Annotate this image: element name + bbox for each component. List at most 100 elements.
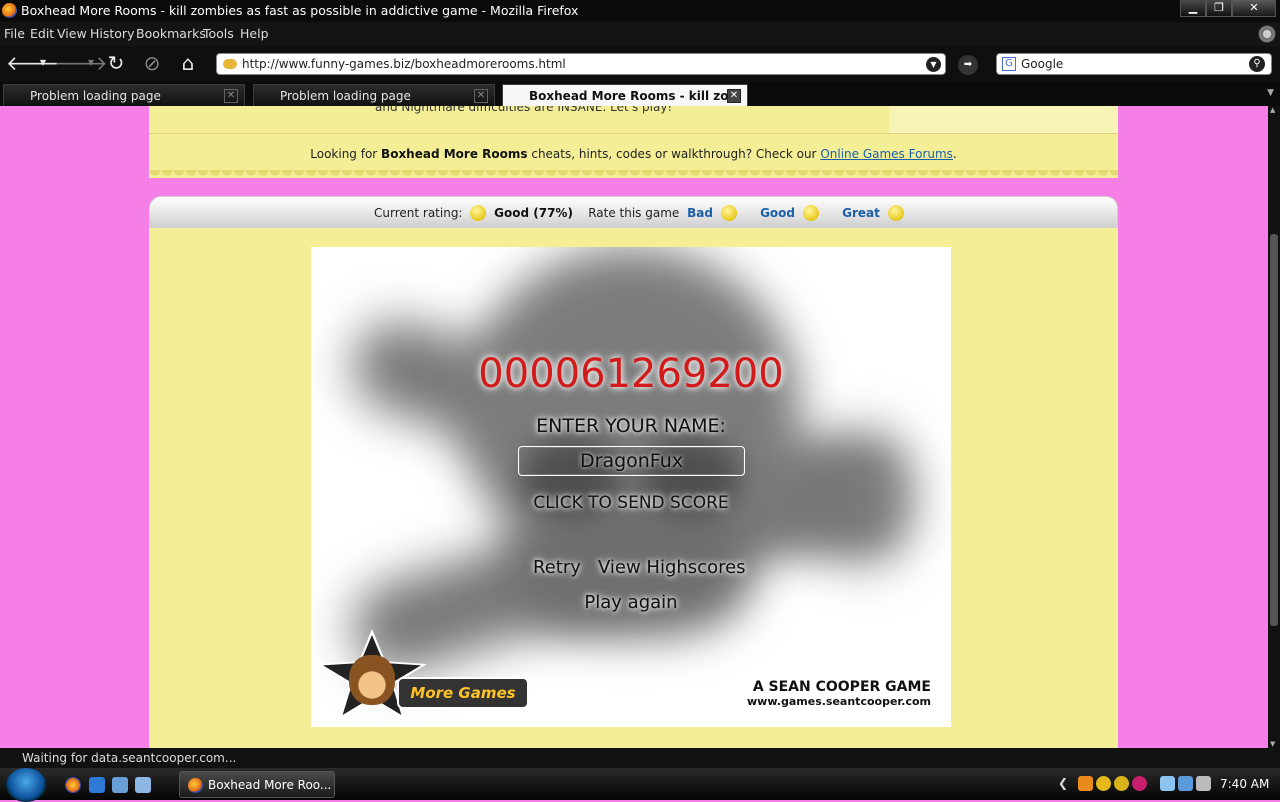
windows-taskbar: Boxhead More Roo... ❮ 7:40 AM (0, 768, 1280, 802)
thumbs-down-smiley-icon[interactable] (720, 205, 737, 221)
forum-mid: cheats, hints, codes or walkthrough? Che… (527, 147, 821, 161)
final-score: 000061269200 (478, 351, 784, 397)
tab-close-icon[interactable]: ✕ (224, 89, 238, 103)
menu-file[interactable]: File (4, 26, 25, 41)
tab-problem-loading-2[interactable]: Problem loading page ✕ (253, 84, 495, 106)
current-rating-label: Current rating: (374, 206, 463, 220)
menu-history[interactable]: History (90, 26, 134, 41)
tray-app-icon[interactable] (1078, 776, 1093, 791)
forum-notice: Looking for Boxhead More Rooms cheats, h… (149, 134, 1118, 180)
reload-button[interactable]: ↻ (103, 51, 129, 77)
url-dropdown-icon[interactable]: ▼ (926, 57, 941, 72)
volume-icon[interactable] (1196, 776, 1211, 791)
tab-boxhead-more-rooms[interactable]: Boxhead More Rooms - kill zo... ✕ (502, 84, 748, 106)
safely-remove-hardware-icon[interactable] (1160, 776, 1175, 791)
rate-this-game-label: Rate this game (588, 206, 680, 220)
gear-icon[interactable] (1258, 25, 1276, 43)
menu-bookmarks[interactable]: Bookmarks (136, 26, 206, 41)
tab-label: Problem loading page (30, 89, 161, 103)
rate-great-link[interactable]: Great (842, 206, 880, 220)
menu-bar: File Edit View History Bookmarks Tools H… (0, 22, 1280, 46)
retry-button[interactable]: Retry (533, 557, 581, 578)
monkey-mascot-icon (349, 655, 395, 705)
play-again-button[interactable]: Play again (311, 592, 951, 613)
scrollbar-thumb[interactable] (1270, 234, 1278, 626)
window-title: Boxhead More Rooms - kill zombies as fas… (21, 3, 579, 18)
site-identity-icon[interactable] (223, 59, 237, 69)
start-button[interactable] (6, 768, 46, 802)
tab-label: Problem loading page (280, 89, 411, 103)
menu-tools[interactable]: Tools (203, 26, 234, 41)
firefox-quicklaunch-icon[interactable] (65, 777, 81, 793)
more-games-label: More Games (397, 677, 529, 709)
player-name-input[interactable] (518, 446, 745, 476)
maximize-button[interactable]: ❐ (1206, 0, 1232, 17)
close-button[interactable]: ✕ (1232, 0, 1276, 17)
tab-close-icon[interactable]: ✕ (727, 89, 741, 103)
tab-problem-loading-1[interactable]: Problem loading page ✕ (3, 84, 245, 106)
vertical-scrollbar[interactable]: ▲ ▼ (1268, 106, 1280, 748)
network-icon[interactable] (1178, 776, 1193, 791)
stop-button[interactable]: ⊘ (139, 51, 165, 77)
go-button[interactable]: ➡ (958, 55, 978, 75)
scroll-down-icon[interactable]: ▼ (1270, 740, 1275, 748)
show-hidden-icons-icon[interactable]: ❮ (1058, 776, 1068, 790)
send-score-button[interactable]: CLICK TO SEND SCORE (311, 493, 951, 513)
forum-game-name: Boxhead More Rooms (381, 147, 528, 161)
minimize-button[interactable]: ▁ (1180, 0, 1206, 17)
description-side-panel (889, 106, 1118, 133)
internet-explorer-icon[interactable] (89, 777, 105, 793)
back-history-dropdown[interactable]: ▼ (38, 51, 48, 77)
menu-help[interactable]: Help (240, 26, 269, 41)
switch-windows-icon[interactable] (135, 777, 151, 793)
navigation-toolbar: 🡐 ▼ 🡒 ▼ ↻ ⊘ ⌂ http://www.funny-games.biz… (0, 46, 1280, 82)
forums-link[interactable]: Online Games Forums (820, 147, 953, 161)
forward-button[interactable]: 🡒 (54, 51, 108, 77)
search-bar[interactable]: G ⚲ (996, 53, 1272, 75)
search-engine-icon[interactable]: G (1002, 57, 1016, 71)
show-desktop-icon[interactable] (112, 777, 128, 793)
status-bar: Waiting for data.seantcooper.com... (0, 748, 1280, 768)
firefox-icon (2, 3, 17, 18)
menu-view[interactable]: View (57, 26, 87, 41)
more-games-button[interactable]: More Games (317, 629, 537, 721)
game-description-box: and Nightmare difficulties are INSANE. L… (149, 106, 1118, 134)
forward-history-dropdown[interactable]: ▼ (86, 51, 96, 77)
tray-app-icon[interactable] (1114, 776, 1129, 791)
wavy-border (149, 170, 1118, 180)
tray-app-icon[interactable] (1132, 776, 1147, 791)
credit-url: www.games.seantcooper.com (747, 695, 931, 708)
window-controls: ▁ ❐ ✕ (1180, 0, 1276, 17)
smiley-icon (470, 205, 487, 221)
forum-notice-text: Looking for Boxhead More Rooms cheats, h… (149, 147, 1118, 161)
status-text: Waiting for data.seantcooper.com... (22, 751, 237, 765)
current-rating-value: Good (77%) (494, 206, 573, 220)
rate-bad-link[interactable]: Bad (687, 206, 713, 220)
tab-close-icon[interactable]: ✕ (474, 89, 488, 103)
url-text[interactable]: http://www.funny-games.biz/boxheadmorero… (242, 57, 566, 71)
forum-prefix: Looking for (310, 147, 382, 161)
tray-app-icon[interactable] (1096, 776, 1111, 791)
rate-good-link[interactable]: Good (760, 206, 795, 220)
enter-name-label: ENTER YOUR NAME: (536, 415, 726, 437)
view-highscores-button[interactable]: View Highscores (598, 557, 746, 578)
taskbar-firefox-window[interactable]: Boxhead More Roo... (179, 771, 335, 798)
back-button[interactable]: 🡐 (6, 51, 60, 77)
menu-edit[interactable]: Edit (30, 26, 54, 41)
search-input[interactable] (1021, 56, 1241, 72)
url-bar[interactable]: http://www.funny-games.biz/boxheadmorero… (216, 53, 946, 75)
clock[interactable]: 7:40 AM (1220, 777, 1269, 791)
rating-bar: Current rating: Good (77%) Rate this gam… (149, 196, 1118, 228)
description-text: and Nightmare difficulties are INSANE. L… (375, 106, 673, 114)
home-button[interactable]: ⌂ (175, 51, 201, 77)
forum-suffix: . (952, 147, 957, 161)
thumbs-up-smiley-icon[interactable] (887, 205, 904, 221)
scroll-up-icon[interactable]: ▲ (1270, 106, 1275, 114)
flash-game[interactable]: 000061269200 ENTER YOUR NAME: CLICK TO S… (311, 247, 951, 727)
tab-list-icon[interactable]: ▼ (1267, 88, 1274, 98)
credit-title: A SEAN COOPER GAME (752, 679, 931, 695)
tab-bar: Problem loading page ✕ Problem loading p… (0, 82, 1280, 106)
search-icon[interactable]: ⚲ (1249, 56, 1265, 72)
taskbar-window-label: Boxhead More Roo... (208, 778, 332, 792)
cool-smiley-icon[interactable] (802, 205, 819, 221)
